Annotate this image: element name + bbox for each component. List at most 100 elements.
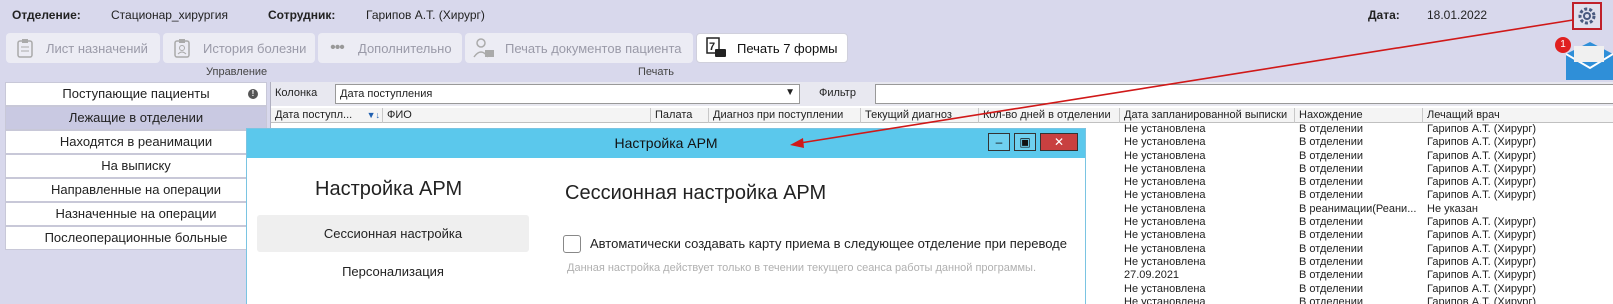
menu-personalization[interactable]: Персонализация	[257, 253, 529, 290]
doctor-cell: Гарипов А.Т. (Хирург)	[1427, 136, 1537, 149]
filter-input[interactable]	[875, 84, 1613, 104]
medical-record-icon	[171, 37, 193, 59]
doctor-cell: Гарипов А.Т. (Хирург)	[1427, 295, 1537, 304]
doctor-cell: Гарипов А.Т. (Хирург)	[1427, 282, 1537, 295]
minimize-button[interactable]: ‒	[988, 133, 1010, 151]
section-title: Сессионная настройка АРМ	[565, 182, 827, 204]
nav-incoming-patients[interactable]: Поступающие пациенты !	[5, 82, 267, 106]
prescriptions-button[interactable]: Лист назначений	[6, 33, 160, 63]
col-header-planned-discharge[interactable]: Дата запланированной выписки	[1120, 108, 1295, 123]
planned-discharge-cell: Не установлена	[1124, 282, 1206, 295]
doctor-cell: Гарипов А.Т. (Хирург)	[1427, 216, 1537, 229]
nav-discharge[interactable]: На выписку	[5, 154, 267, 178]
date-label: Дата:	[1368, 8, 1400, 22]
more-label: Дополнительно	[358, 40, 452, 56]
planned-discharge-cell: Не установлена	[1124, 176, 1206, 189]
filter-bar: Колонка Дата поступления ▼ Фильтр	[271, 82, 1613, 106]
department-value: Стационар_хирургия	[111, 8, 228, 22]
print-group-label: Печать	[638, 66, 675, 78]
col-header-name[interactable]: ФИО	[383, 108, 651, 123]
clipboard-icon	[14, 37, 36, 59]
gear-icon	[1578, 7, 1596, 25]
col-header-admission-diagnosis[interactable]: Диагноз при поступлении	[709, 108, 861, 123]
maximize-icon: ▣	[1019, 135, 1031, 149]
doctor-cell: Гарипов А.Т. (Хирург)	[1427, 242, 1537, 255]
doctor-cell: Гарипов А.Т. (Хирург)	[1427, 269, 1537, 282]
employee-label: Сотрудник:	[268, 8, 336, 22]
col-header-ward[interactable]: Палата	[651, 108, 709, 123]
nav-label: Находятся в реанимации	[59, 134, 213, 149]
patient-category-nav: Поступающие пациенты ! Лежащие в отделен…	[5, 82, 267, 250]
planned-discharge-cell: Не установлена	[1124, 202, 1206, 215]
maximize-button[interactable]: ▣	[1014, 133, 1036, 151]
col-header-days-in-dept[interactable]: Кол-во дней в отделении	[979, 108, 1120, 123]
column-select-value: Дата поступления	[340, 88, 433, 100]
location-cell: В отделении	[1299, 149, 1364, 162]
doctor-cell: Гарипов А.Т. (Хирург)	[1427, 123, 1537, 135]
settings-button[interactable]	[1572, 2, 1602, 30]
employee-value: Гарипов А.Т. (Хирург)	[366, 8, 485, 22]
location-cell: В отделении	[1299, 229, 1364, 242]
menu-session-settings[interactable]: Сессионная настройка	[257, 215, 529, 252]
doctor-cell: Гарипов А.Т. (Хирург)	[1427, 149, 1537, 162]
planned-discharge-cell: 27.09.2021	[1124, 269, 1180, 282]
header-bar: Отделение: Стационар_хирургия Сотрудник:…	[0, 0, 1613, 30]
location-cell: В отделении	[1299, 123, 1364, 135]
location-cell: В отделении	[1299, 269, 1364, 282]
nav-in-reanimation[interactable]: Находятся в реанимации	[5, 130, 267, 154]
envelope-icon	[1565, 42, 1613, 80]
nav-in-department[interactable]: Лежащие в отделении	[5, 106, 267, 130]
col-header-location[interactable]: Нахождение	[1295, 108, 1423, 123]
chevron-down-icon: ▼	[785, 87, 795, 98]
medical-history-button[interactable]: История болезни	[163, 33, 315, 63]
doctor-cell: Не указан	[1427, 202, 1478, 215]
location-cell: В отделении	[1299, 216, 1364, 229]
location-cell: В отделении	[1299, 162, 1364, 175]
column-label: Колонка	[275, 87, 318, 99]
person-print-icon	[473, 37, 495, 59]
mail-button[interactable]: 1	[1555, 34, 1613, 80]
ellipsis-icon: •••	[330, 39, 345, 56]
planned-discharge-cell: Не установлена	[1124, 136, 1206, 149]
close-icon: ✕	[1053, 135, 1065, 149]
nav-label: На выписку	[101, 158, 171, 173]
location-cell: В отделении	[1299, 282, 1364, 295]
print-patient-docs-label: Печать документов пациента	[505, 40, 682, 56]
planned-discharge-cell: Не установлена	[1124, 242, 1206, 255]
planned-discharge-cell: Не установлена	[1124, 162, 1206, 175]
col-header-admission-date[interactable]: Дата поступл... ▼↓	[271, 108, 383, 123]
print-patient-docs-button[interactable]: Печать документов пациента	[465, 33, 693, 63]
location-cell: В отделении	[1299, 176, 1364, 189]
settings-dialog: Настройка АРМ ‒ ▣ ✕ Настройка АРМ Сессио…	[246, 128, 1086, 304]
more-button[interactable]: ••• Дополнительно	[318, 33, 462, 63]
planned-discharge-cell: Не установлена	[1124, 123, 1206, 135]
doctor-cell: Гарипов А.Т. (Хирург)	[1427, 189, 1537, 202]
date-value: 18.01.2022	[1427, 8, 1488, 22]
doctor-cell: Гарипов А.Т. (Хирург)	[1427, 176, 1537, 189]
planned-discharge-cell: Не установлена	[1124, 216, 1206, 229]
dialog-title: Настройка АРМ	[614, 135, 718, 151]
manage-group-label: Управление	[206, 66, 268, 78]
col-header-attending-doctor[interactable]: Лечащий врач	[1423, 108, 1613, 123]
col-header-current-diagnosis[interactable]: Текущий диагноз	[861, 108, 979, 123]
nav-scheduled-surgery[interactable]: Назначенные на операции	[5, 202, 267, 226]
nav-label: Лежащие в отделении	[68, 110, 204, 125]
nav-referred-surgery[interactable]: Направленные на операции	[5, 178, 267, 202]
print-form7-button[interactable]: 7 Печать 7 формы	[696, 33, 848, 63]
location-cell: В отделении	[1299, 255, 1364, 268]
minimize-icon: ‒	[995, 135, 1003, 149]
close-button[interactable]: ✕	[1040, 133, 1078, 151]
location-cell: В отделении	[1299, 189, 1364, 202]
auto-create-card-label[interactable]: Автоматически создавать карту приема в с…	[590, 236, 1067, 251]
mail-badge: 1	[1555, 37, 1571, 53]
sort-filter-icon: ▼↓	[366, 110, 380, 120]
nav-postoperative[interactable]: Послеоперационные больные	[5, 226, 267, 250]
dialog-titlebar[interactable]: Настройка АРМ ‒ ▣ ✕	[247, 129, 1085, 158]
column-select[interactable]: Дата поступления ▼	[335, 84, 800, 104]
print-form7-label: Печать 7 формы	[737, 40, 838, 56]
dialog-heading: Настройка АРМ	[315, 178, 463, 200]
nav-label: Поступающие пациенты	[62, 86, 210, 101]
planned-discharge-cell: Не установлена	[1124, 229, 1206, 242]
auto-create-card-checkbox[interactable]	[563, 235, 581, 253]
doctor-cell: Гарипов А.Т. (Хирург)	[1427, 162, 1537, 175]
